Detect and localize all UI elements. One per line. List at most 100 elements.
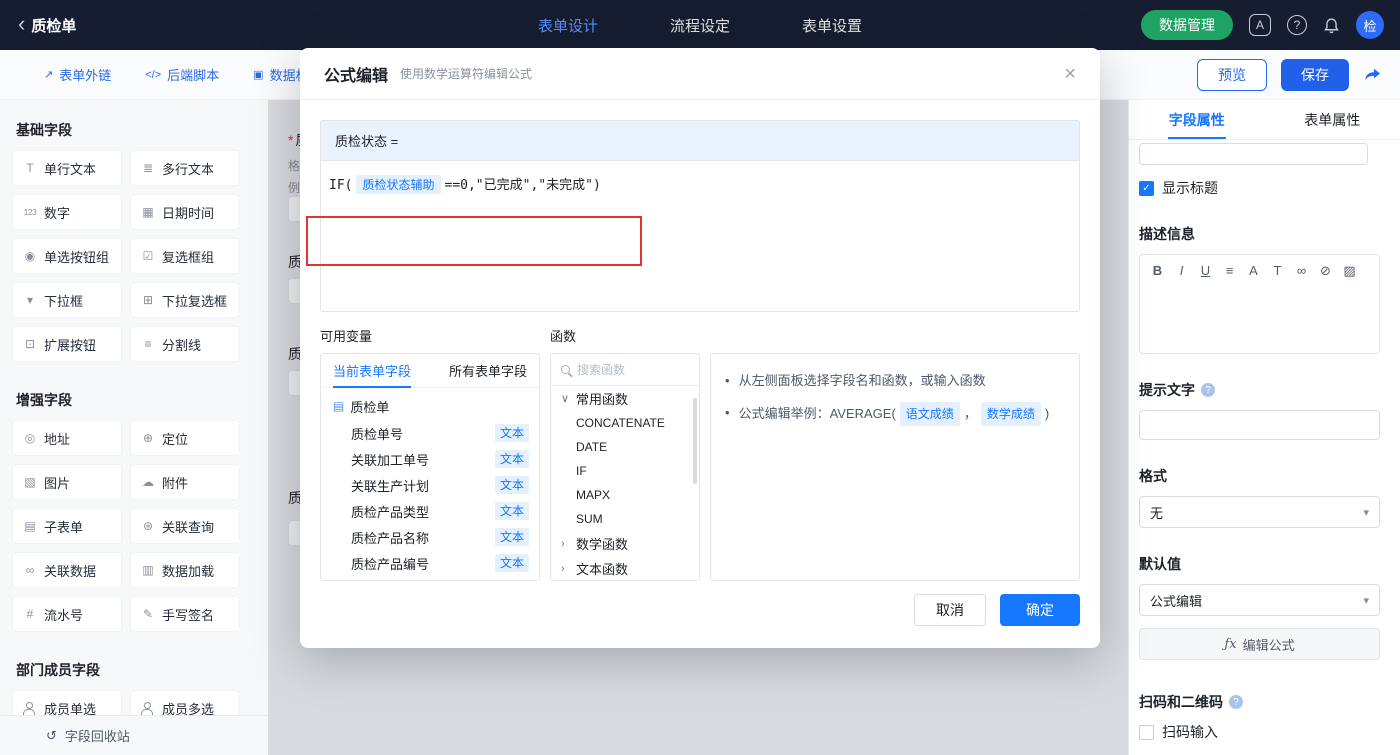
field-row[interactable]: 质检单号 文本 — [321, 420, 539, 446]
form-tree-root[interactable]: ▤ 质检单 — [321, 392, 539, 420]
formula-editor-box: 质检状态 = IF(质检状态辅助 ==0,"已完成","未完成") — [320, 120, 1080, 312]
save-button[interactable]: 保存 — [1281, 58, 1349, 91]
field-button-datetime[interactable]: ▦ 日期时间 — [130, 194, 240, 230]
tab-form-design[interactable]: 表单设计 — [538, 15, 598, 36]
field-name: 关联生产计划 — [351, 478, 430, 494]
hint-text-input[interactable] — [1139, 410, 1380, 440]
function-group-text[interactable]: › 文本函数 — [551, 556, 699, 580]
field-button-multi-dropdown[interactable]: ⊞ 下拉复选框 — [130, 282, 240, 318]
help-icon[interactable]: ? — [1287, 15, 1307, 35]
edit-formula-button[interactable]: ƒx 编辑公式 — [1139, 628, 1380, 660]
field-button-single-line-text[interactable]: T 单行文本 — [12, 150, 122, 186]
field-button-attachment[interactable]: ☁ 附件 — [130, 464, 240, 500]
default-value-select[interactable]: 公式编辑 ▾ — [1139, 584, 1380, 616]
field-tag[interactable]: 质检状态辅助 — [356, 175, 441, 194]
data-manage-button[interactable]: 数据管理 — [1141, 10, 1233, 40]
scan-input-row: 扫码输入 — [1139, 722, 1380, 742]
field-button-linked-query[interactable]: ⊛ 关联查询 — [130, 508, 240, 544]
font-size-icon[interactable]: T — [1270, 263, 1285, 279]
field-button-checkbox-group[interactable]: ☑ 复选框组 — [130, 238, 240, 274]
field-button-divider[interactable]: ≡ 分割线 — [130, 326, 240, 362]
tab-form-settings[interactable]: 表单设置 — [802, 15, 862, 36]
bold-icon[interactable]: B — [1150, 263, 1165, 279]
form-external-link-button[interactable]: ↗ 表单外链 — [44, 65, 111, 84]
description-label: 描述信息 — [1139, 226, 1195, 242]
tab-current-form-fields[interactable]: 当前表单字段 — [333, 354, 412, 388]
function-item[interactable]: CONCATENATE — [551, 411, 699, 435]
field-label: 单选按钮组 — [44, 249, 110, 265]
script-icon: </> — [145, 68, 162, 81]
confirm-button[interactable]: 确定 — [1000, 594, 1080, 626]
scan-input-checkbox[interactable] — [1139, 724, 1154, 740]
function-item[interactable]: MAPX — [551, 483, 699, 507]
bell-icon[interactable] — [1323, 17, 1340, 34]
align-icon[interactable]: ≡ — [1222, 263, 1237, 279]
function-item[interactable]: IF — [551, 459, 699, 483]
field-button-extend-button[interactable]: ⊡ 扩展按钮 — [12, 326, 122, 362]
function-item[interactable]: SUM — [551, 507, 699, 531]
variables-panel: 当前表单字段 所有表单字段 ▤ 质检单 质检单号 文本 关联加工单号 文本 关联生产… — [320, 353, 540, 581]
help-icon[interactable]: ? — [1229, 695, 1243, 709]
field-button-number[interactable]: 123 数字 — [12, 194, 122, 230]
field-row[interactable]: 质检产品编号 文本 — [321, 550, 539, 576]
field-button-location[interactable]: ⊕ 定位 — [130, 420, 240, 456]
cancel-button[interactable]: 取消 — [914, 594, 986, 626]
help-icon[interactable]: ? — [1201, 383, 1215, 397]
tab-form-properties[interactable]: 表单属性 — [1265, 100, 1400, 139]
field-button-subform[interactable]: ▤ 子表单 — [12, 508, 122, 544]
chevron-down-icon: ▾ — [1363, 506, 1369, 519]
field-type-badge: 文本 — [494, 554, 529, 572]
function-item[interactable]: DATE — [551, 435, 699, 459]
font-color-icon[interactable]: A — [1246, 263, 1261, 279]
field-row[interactable]: 质检产品名称 文本 — [321, 524, 539, 550]
tab-field-properties[interactable]: 字段属性 — [1129, 100, 1265, 139]
field-button-signature[interactable]: ✎ 手写签名 — [130, 596, 240, 632]
backend-script-button[interactable]: </> 后端脚本 — [145, 65, 219, 84]
data-permission-icon: ▣ — [253, 69, 264, 81]
scrollbar-thumb[interactable] — [693, 398, 697, 484]
field-row[interactable]: 关联生产计划 文本 — [321, 472, 539, 498]
field-button-data-load[interactable]: ▥ 数据加载 — [130, 552, 240, 588]
unlink-icon[interactable]: ⊘ — [1318, 263, 1333, 279]
formula-input-area[interactable]: IF(质检状态辅助 ==0,"已完成","未完成") — [321, 161, 1079, 311]
field-label: 定位 — [162, 431, 189, 447]
field-button-address[interactable]: ◎ 地址 — [12, 420, 122, 456]
field-button-radio-group[interactable]: ◉ 单选按钮组 — [12, 238, 122, 274]
close-icon[interactable]: × — [1064, 64, 1076, 84]
variables-label: 可用变量 — [320, 329, 373, 344]
field-row[interactable]: 关联加工单号 文本 — [321, 446, 539, 472]
show-title-checkbox[interactable]: ✓ — [1139, 180, 1154, 196]
field-recycle-bin[interactable]: ↺ 字段回收站 — [0, 715, 268, 755]
function-search-input[interactable] — [577, 362, 677, 377]
back-icon[interactable]: ‹ — [18, 13, 25, 35]
field-row[interactable]: 质检产品类型 文本 — [321, 498, 539, 524]
tab-all-form-fields[interactable]: 所有表单字段 — [449, 354, 527, 387]
function-group-math[interactable]: › 数学函数 — [551, 531, 699, 556]
field-button-linked-data[interactable]: ∞ 关联数据 — [12, 552, 122, 588]
preview-button[interactable]: 预览 — [1197, 58, 1267, 91]
avatar[interactable]: 检 — [1356, 11, 1384, 39]
share-icon[interactable] — [1363, 66, 1382, 83]
attachment-icon: ☁ — [142, 475, 154, 489]
partial-select[interactable] — [1139, 143, 1368, 165]
description-editor[interactable]: B I U ≡ A T ∞ ⊘ ▨ — [1139, 254, 1380, 354]
edit-formula-label: 编辑公式 — [1242, 637, 1295, 653]
insert-image-icon[interactable]: ▨ — [1342, 263, 1357, 279]
dropdown-icon: ▾ — [26, 293, 34, 307]
italic-icon[interactable]: I — [1174, 263, 1189, 279]
panels-row: 当前表单字段 所有表单字段 ▤ 质检单 质检单号 文本 关联加工单号 文本 关联生产… — [320, 353, 1080, 581]
link-icon[interactable]: ∞ — [1294, 263, 1309, 279]
field-button-image[interactable]: ▧ 图片 — [12, 464, 122, 500]
function-group-common[interactable]: ∨ 常用函数 — [551, 386, 699, 411]
location-icon: ⊕ — [142, 431, 154, 445]
translate-icon[interactable]: A — [1249, 14, 1271, 36]
format-select[interactable]: 无 ▾ — [1139, 496, 1380, 528]
field-button-serial-number[interactable]: # 流水号 — [12, 596, 122, 632]
modal-body: 质检状态 = IF(质检状态辅助 ==0,"已完成","未完成") 可用变量 函数… — [300, 100, 1100, 601]
underline-icon[interactable]: U — [1198, 263, 1213, 279]
tab-flow-settings[interactable]: 流程设定 — [670, 15, 730, 36]
field-button-dropdown[interactable]: ▾ 下拉框 — [12, 282, 122, 318]
main-nav: 表单设计 流程设定 表单设置 — [538, 15, 862, 36]
show-title-label: 显示标题 — [1162, 180, 1218, 196]
field-button-multi-line-text[interactable]: ≣ 多行文本 — [130, 150, 240, 186]
